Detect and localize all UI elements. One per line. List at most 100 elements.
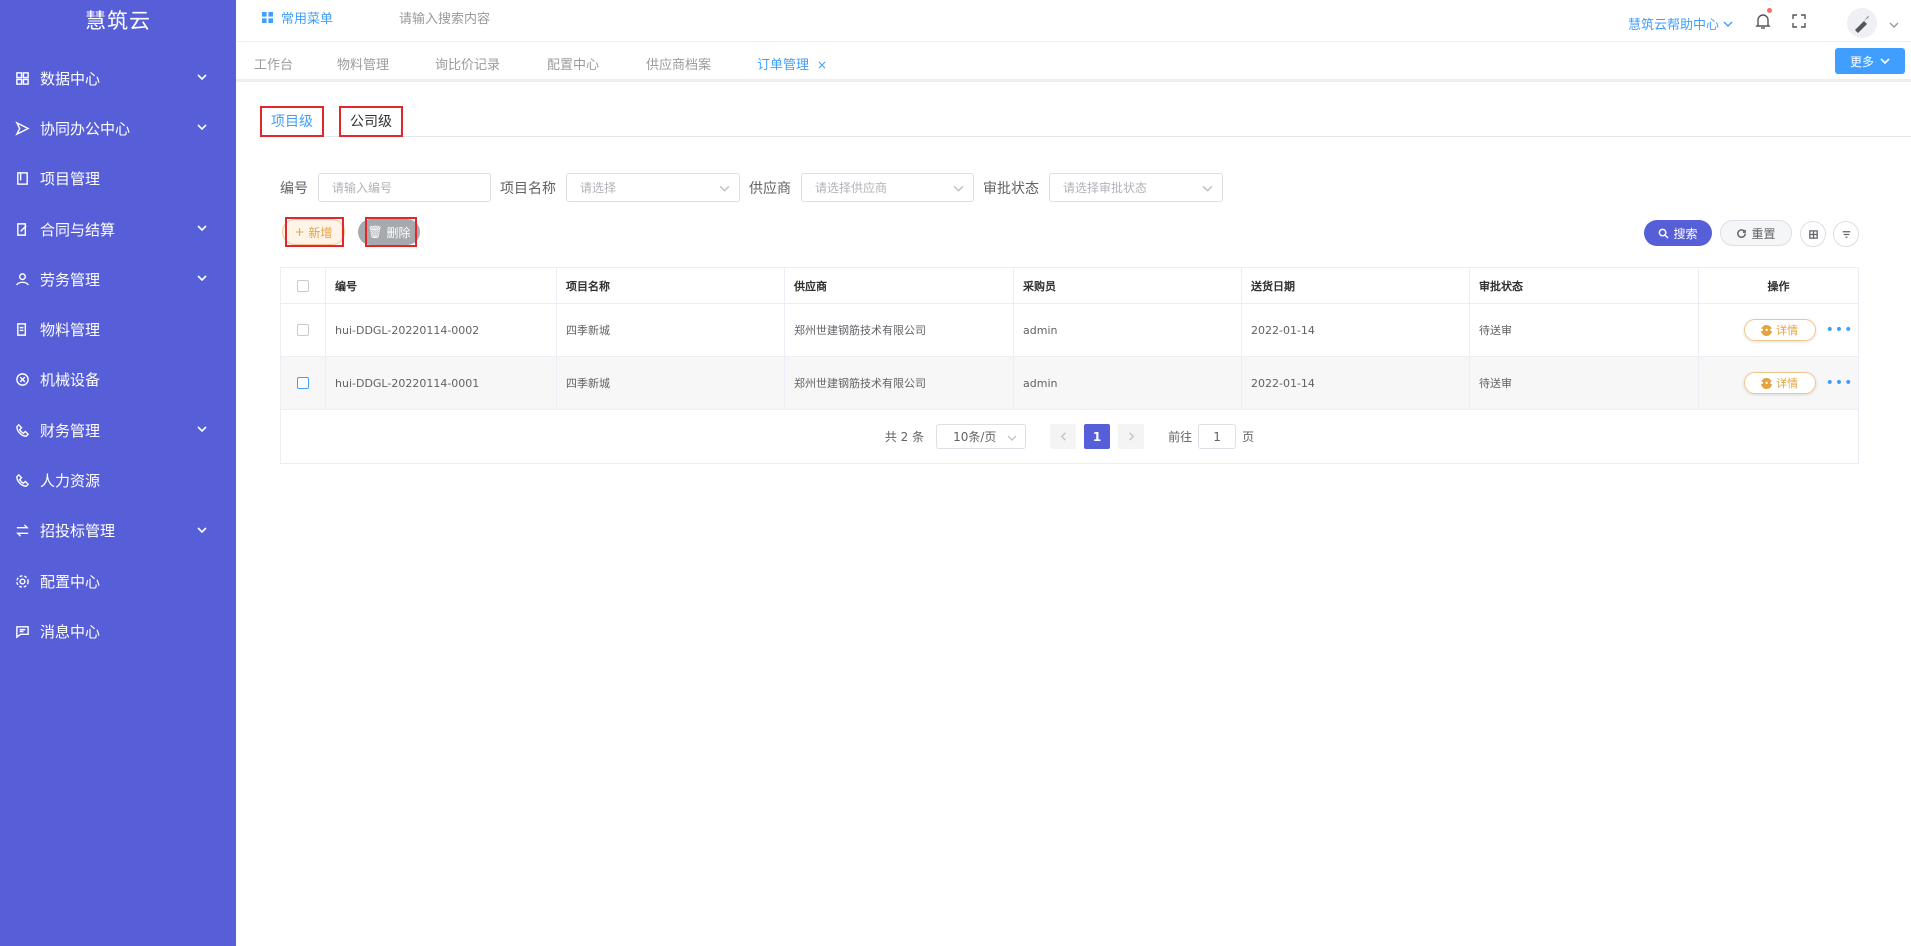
highlight-box-add xyxy=(285,217,344,247)
sidebar-item-config[interactable]: 配置中心 xyxy=(0,556,236,606)
sidebar-item-material[interactable]: 物料管理 xyxy=(0,304,236,354)
grid-icon xyxy=(14,70,30,86)
sidebar-item-label: 消息中心 xyxy=(40,622,101,641)
common-menu-button[interactable]: 常用菜单 xyxy=(262,8,333,27)
chevron-down-icon xyxy=(196,522,208,540)
tag-supplier-archive[interactable]: 供应商档案 xyxy=(646,54,711,73)
number-input[interactable]: 请输入编号 xyxy=(318,173,491,202)
worker-icon xyxy=(14,271,30,287)
tab-project-level[interactable]: 项目级 xyxy=(260,106,324,137)
status-select[interactable]: 请选择审批状态 xyxy=(1049,173,1223,202)
chevron-left-icon xyxy=(1060,432,1066,441)
table-header: 编号 项目名称 供应商 采购员 送货日期 审批状态 操作 xyxy=(281,268,1858,304)
close-icon[interactable]: × xyxy=(817,58,827,72)
filter-bar: 编号 请输入编号 项目名称 请选择 供应商 请选择供应商 审批状态 请选择审批状… xyxy=(280,173,1232,202)
more-label: 更多 xyxy=(1849,54,1874,69)
sidebar-item-collab-office[interactable]: 协同办公中心 xyxy=(0,103,236,153)
goto-page-input[interactable]: 1 xyxy=(1198,424,1237,449)
bell-icon[interactable] xyxy=(1755,8,1772,30)
transfer-icon xyxy=(14,523,30,539)
gear-icon xyxy=(14,573,30,589)
brand-logo: 慧筑云 xyxy=(85,9,151,33)
more-button[interactable]: 更多 xyxy=(1835,48,1905,74)
more-actions-icon[interactable]: ••• xyxy=(1826,375,1854,391)
reset-button[interactable]: 重置 xyxy=(1720,220,1792,246)
column-header: 项目名称 xyxy=(557,268,785,303)
sidebar-item-label: 项目管理 xyxy=(40,170,101,189)
fullscreen-icon[interactable] xyxy=(1791,13,1807,33)
avatar[interactable] xyxy=(1847,8,1877,38)
sidebar-item-label: 协同办公中心 xyxy=(40,119,131,138)
project-placeholder: 请选择 xyxy=(580,181,617,195)
refresh-icon xyxy=(1737,228,1747,238)
cell-date: 2022-01-14 xyxy=(1242,357,1470,409)
tag-material[interactable]: 物料管理 xyxy=(337,54,389,73)
sidebar-item-label: 财务管理 xyxy=(40,421,101,440)
tag-inquiry-records[interactable]: 询比价记录 xyxy=(435,54,500,73)
detail-button[interactable]: ••• 详情 xyxy=(1743,319,1816,341)
sidebar-item-contract[interactable]: 合同与结算 xyxy=(0,204,236,254)
cross-circle-icon xyxy=(14,372,30,388)
status-placeholder: 请选择审批状态 xyxy=(1063,181,1148,195)
tag-config[interactable]: 配置中心 xyxy=(547,54,599,73)
column-header: 编号 xyxy=(326,268,557,303)
help-center-link[interactable]: 慧筑云帮助中心 xyxy=(1628,14,1733,33)
sidebar-item-labor[interactable]: 劳务管理 xyxy=(0,254,236,304)
goto-suffix: 页 xyxy=(1242,430,1255,444)
row-select-cell xyxy=(281,357,326,409)
sidebar-item-label: 劳务管理 xyxy=(40,270,101,289)
number-label: 编号 xyxy=(280,180,308,197)
next-page-button[interactable] xyxy=(1118,424,1145,449)
sidebar-item-label: 招投标管理 xyxy=(40,522,116,541)
row-checkbox[interactable] xyxy=(297,377,309,389)
tag-workbench[interactable]: 工作台 xyxy=(254,54,293,73)
chevron-down-icon xyxy=(953,185,964,192)
tab-company-level[interactable]: 公司级 xyxy=(339,106,403,137)
sidebar-item-data-center[interactable]: 数据中心 xyxy=(0,53,236,103)
pagination-total: 共 2 条 xyxy=(884,430,925,444)
column-header: 采购员 xyxy=(1014,268,1242,303)
cell-actions: ••• 详情 ••• xyxy=(1699,357,1858,409)
header-search-input[interactable]: 请输入搜索内容 xyxy=(399,8,490,27)
sidebar-item-project[interactable]: 项目管理 xyxy=(0,154,236,204)
search-button[interactable]: 搜索 xyxy=(1644,220,1712,246)
cell-actions: ••• 详情 ••• xyxy=(1699,304,1858,356)
sidebar-item-label: 数据中心 xyxy=(40,69,101,88)
page-size-value: 10条/页 xyxy=(953,430,997,444)
column-header: 审批状态 xyxy=(1470,268,1699,303)
chevron-down-icon xyxy=(196,270,208,288)
highlight-box-delete xyxy=(365,217,417,247)
cell-date: 2022-01-14 xyxy=(1242,304,1470,356)
cell-project: 四季新城 xyxy=(557,357,785,409)
chevron-down-icon xyxy=(1007,435,1017,441)
sidebar-item-hr[interactable]: 人力资源 xyxy=(0,455,236,505)
supplier-select[interactable]: 请选择供应商 xyxy=(801,173,974,202)
sidebar-item-machinery[interactable]: 机械设备 xyxy=(0,355,236,405)
column-settings-icon[interactable] xyxy=(1800,221,1826,247)
phone-icon xyxy=(14,422,30,438)
table-row: hui-DDGL-20220114-0002 四季新城 郑州世建钢筋技术有限公司… xyxy=(281,304,1858,357)
page-number-current[interactable]: 1 xyxy=(1084,424,1111,449)
cell-project: 四季新城 xyxy=(557,304,785,356)
sidebar-item-finance[interactable]: 财务管理 xyxy=(0,405,236,455)
chevron-down-icon xyxy=(1202,185,1213,192)
column-header: 操作 xyxy=(1767,279,1790,293)
select-all-checkbox[interactable] xyxy=(297,279,309,292)
more-actions-icon[interactable]: ••• xyxy=(1826,322,1854,338)
detail-button[interactable]: ••• 详情 xyxy=(1743,372,1816,394)
project-select[interactable]: 请选择 xyxy=(566,173,740,202)
prev-page-button[interactable] xyxy=(1050,424,1077,449)
goto-page: 前往 1 页 xyxy=(1168,424,1254,449)
sidebar-item-messages[interactable]: 消息中心 xyxy=(0,606,236,656)
status-label: 审批状态 xyxy=(983,180,1039,197)
page-size-select[interactable]: 10条/页 xyxy=(936,424,1027,449)
chevron-down-icon xyxy=(1723,21,1733,27)
filter-toggle-icon[interactable] xyxy=(1833,221,1859,247)
search-label: 搜索 xyxy=(1673,226,1698,241)
sidebar-item-bidding[interactable]: 招投标管理 xyxy=(0,506,236,556)
more-circle-icon: ••• xyxy=(1759,377,1774,389)
supplier-label: 供应商 xyxy=(749,180,791,197)
row-checkbox[interactable] xyxy=(297,324,309,336)
chevron-down-icon[interactable] xyxy=(1889,18,1899,34)
tag-order-management[interactable]: 订单管理 × xyxy=(757,54,827,73)
